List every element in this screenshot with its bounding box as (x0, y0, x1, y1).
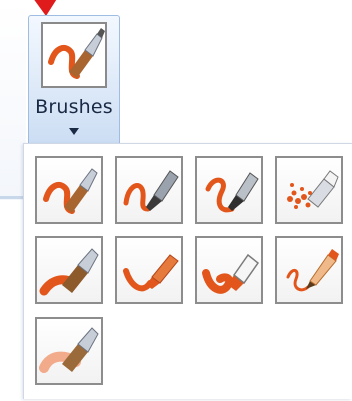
brushes-gallery (23, 143, 352, 399)
pencil-icon (286, 249, 339, 292)
crayon-tile[interactable] (115, 236, 183, 304)
brush-icon (43, 168, 98, 214)
brushes-label: Brushes (35, 96, 113, 118)
brush-tile[interactable] (35, 156, 103, 224)
calligraphy-brush-1-tile[interactable] (115, 156, 183, 224)
calligraphy-brush-2-tile[interactable] (195, 156, 263, 224)
airbrush-icon (287, 170, 339, 209)
crayon-icon (123, 254, 179, 292)
natural-pencil-tile[interactable] (275, 236, 343, 304)
brushes-button[interactable]: Brushes (28, 15, 120, 151)
watercolor-brush-icon (39, 327, 99, 373)
calligraphy-pen-icon (205, 172, 259, 213)
watercolor-brush-tile[interactable] (35, 317, 103, 385)
paint-ribbon-screenshot: Brushes (0, 0, 352, 401)
marker-tile[interactable] (195, 236, 263, 304)
oil-brush-icon (39, 248, 99, 296)
calligraphy-pen-icon (123, 170, 179, 212)
caret-down-icon (69, 128, 79, 135)
airbrush-tile[interactable] (275, 156, 343, 224)
paintbrush-icon (41, 22, 107, 88)
marker-icon (202, 253, 260, 294)
oil-brush-tile[interactable] (35, 236, 103, 304)
